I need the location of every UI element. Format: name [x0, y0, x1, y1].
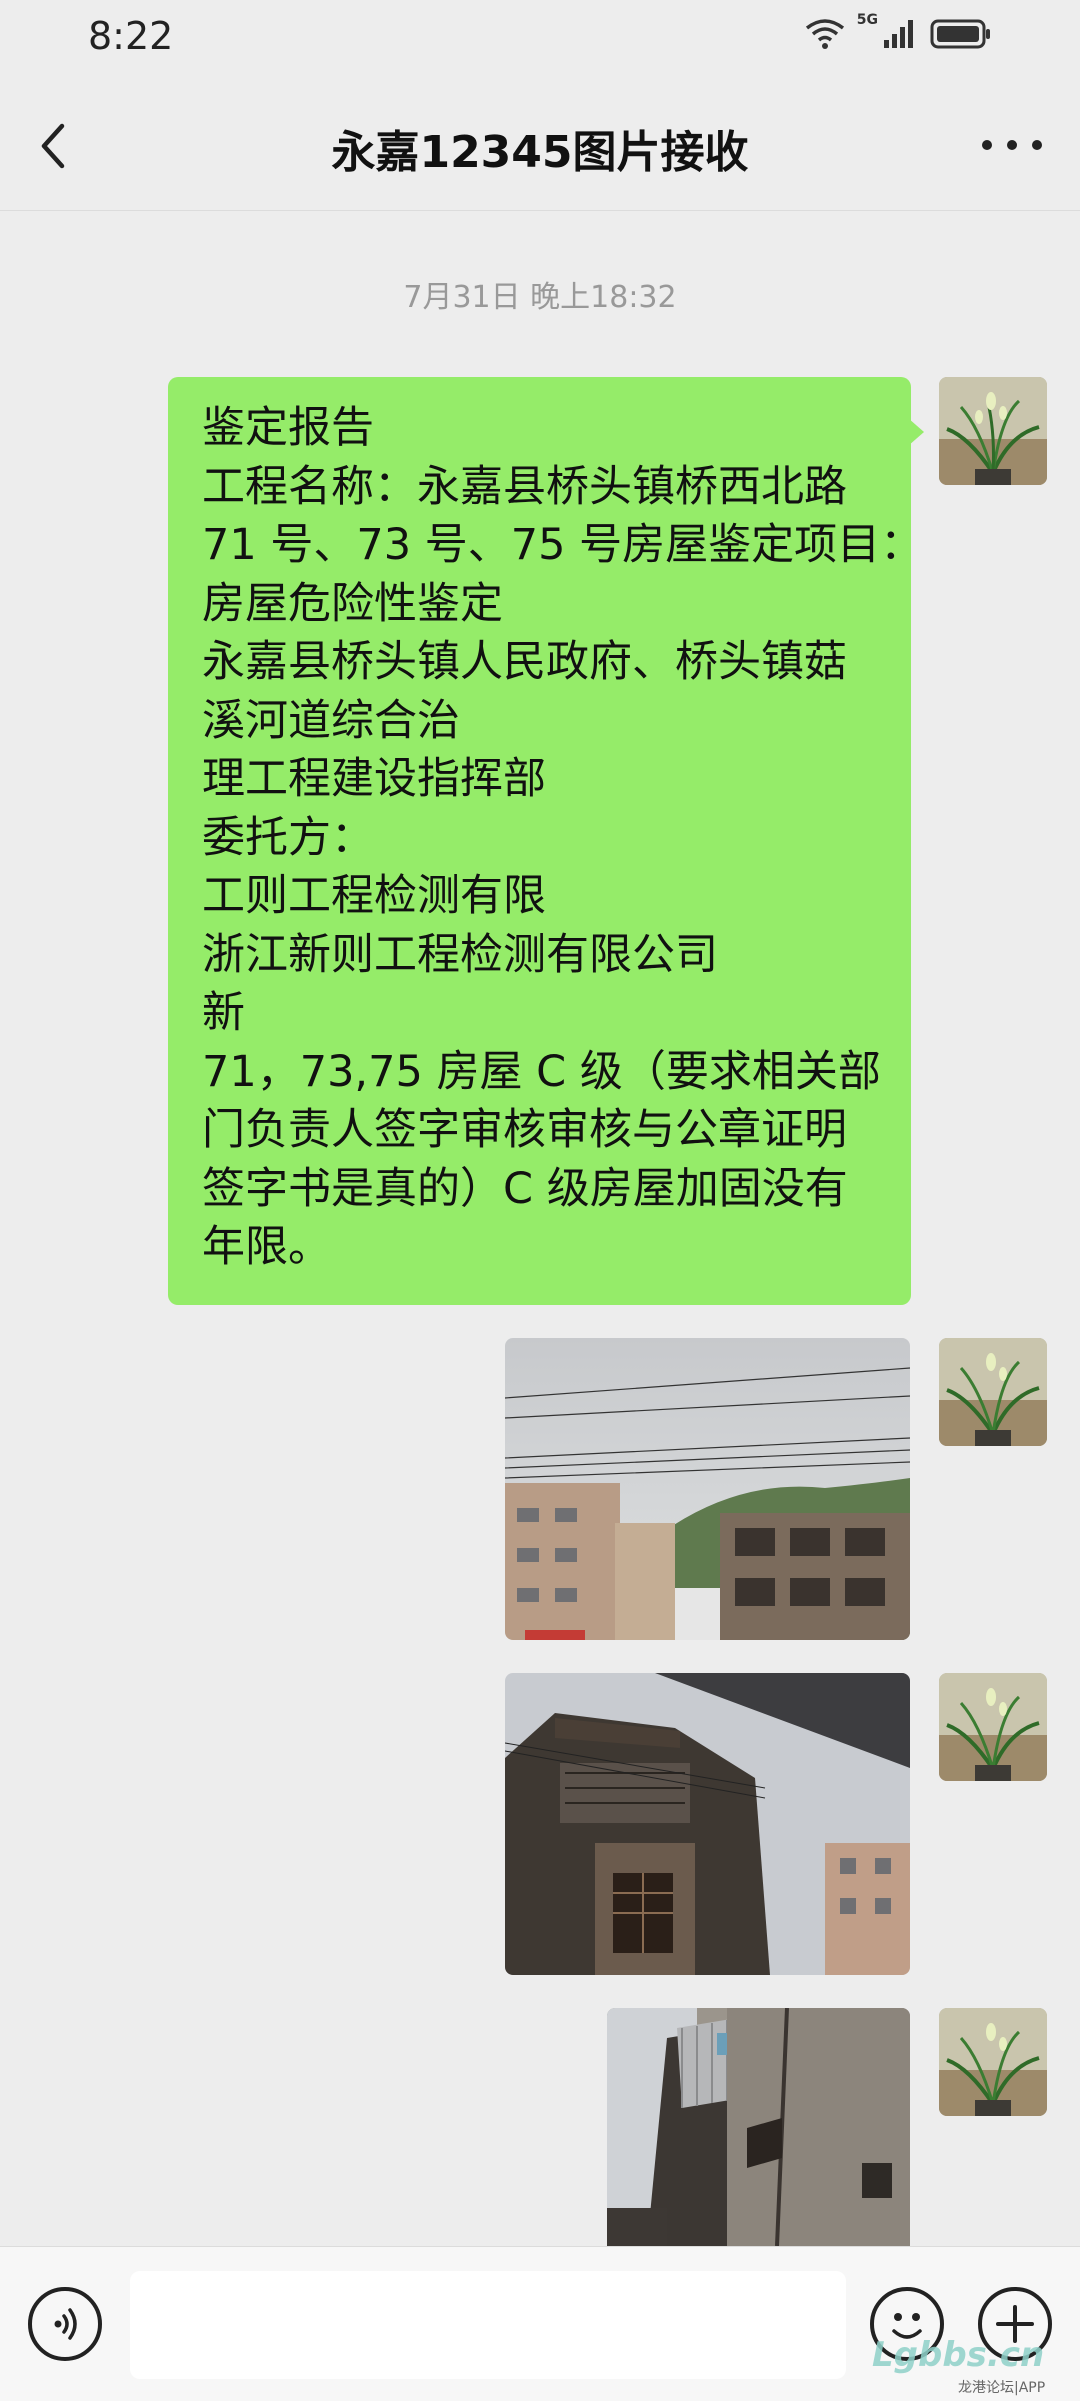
- avatar[interactable]: [939, 1673, 1047, 1781]
- status-bar: 8:22 5G: [0, 0, 1080, 80]
- message-line: 门负责人签字审核审核与公章证明: [202, 1105, 847, 1155]
- status-icons: 5G: [805, 12, 992, 50]
- more-icon: [982, 140, 992, 150]
- message-line: 工则工程检测有限: [202, 871, 546, 921]
- watermark: Lgbbs.cn 龙港论坛|APP: [872, 2335, 1072, 2396]
- message-line: 新: [202, 988, 245, 1038]
- image-message[interactable]: [607, 2008, 910, 2246]
- message-line: 鉴定报告: [202, 403, 374, 453]
- old-building-photo: [505, 1673, 910, 1975]
- image-message[interactable]: [505, 1338, 910, 1640]
- more-icon-dot: [1032, 140, 1042, 150]
- network-type-label: 5G: [856, 12, 878, 28]
- battery-icon: [930, 19, 990, 49]
- status-time: 8:22: [88, 14, 174, 58]
- chat-title: 永嘉12345图片接收: [331, 127, 749, 178]
- bubble-tail: [908, 418, 924, 446]
- more-icon-dot: [1007, 140, 1017, 150]
- wifi-icon: [805, 19, 844, 49]
- message-line: 年限。: [202, 1222, 331, 1272]
- watermark-subtitle: 龙港论坛|APP: [958, 2380, 1046, 2396]
- message-line: 71 号、73 号、75 号房屋鉴定项目：: [202, 520, 924, 570]
- chat-header: 永嘉12345图片接收: [0, 80, 1080, 211]
- signal-icon: [884, 20, 913, 48]
- message-line: 浙江新则工程检测有限公司: [202, 929, 718, 980]
- street-buildings-photo: [505, 1338, 910, 1640]
- message-line: 委托方：: [202, 812, 374, 863]
- orchid-avatar-image: [939, 377, 1047, 485]
- avatar[interactable]: [939, 1338, 1047, 1446]
- message-line: 签字书是真的）C 级房屋加固没有: [202, 1163, 848, 1214]
- damaged-wall-photo: [607, 2008, 910, 2246]
- avatar[interactable]: [939, 2008, 1047, 2116]
- message-input[interactable]: [130, 2271, 846, 2379]
- watermark-logo: Lgbbs.cn: [872, 2335, 1045, 2375]
- orchid-avatar-image: [939, 1673, 1047, 1781]
- message-line: 工程名称：永嘉县桥头镇桥西北路: [202, 461, 847, 512]
- orchid-avatar-image: [939, 1338, 1047, 1446]
- avatar[interactable]: [939, 377, 1047, 485]
- message-line: 理工程建设指挥部: [202, 754, 546, 804]
- message-timestamp: 7月31日 晚上18:32: [403, 280, 677, 315]
- voice-icon: [54, 2308, 77, 2340]
- message-line: 房屋危险性鉴定: [202, 578, 503, 629]
- message-line: 71，73,75 房屋 C 级（要求相关部: [202, 1046, 881, 1097]
- message-line: 永嘉县桥头镇人民政府、桥头镇菇: [202, 637, 847, 687]
- text-message-bubble[interactable]: 鉴定报告 工程名称：永嘉县桥头镇桥西北路 71 号、73 号、75 号房屋鉴定项…: [168, 377, 924, 1305]
- orchid-avatar-image: [939, 2008, 1047, 2116]
- more-button[interactable]: [982, 120, 1042, 170]
- voice-button[interactable]: [28, 2287, 102, 2361]
- message-line: 溪河道综合治: [202, 695, 460, 746]
- image-message[interactable]: [505, 1673, 910, 1975]
